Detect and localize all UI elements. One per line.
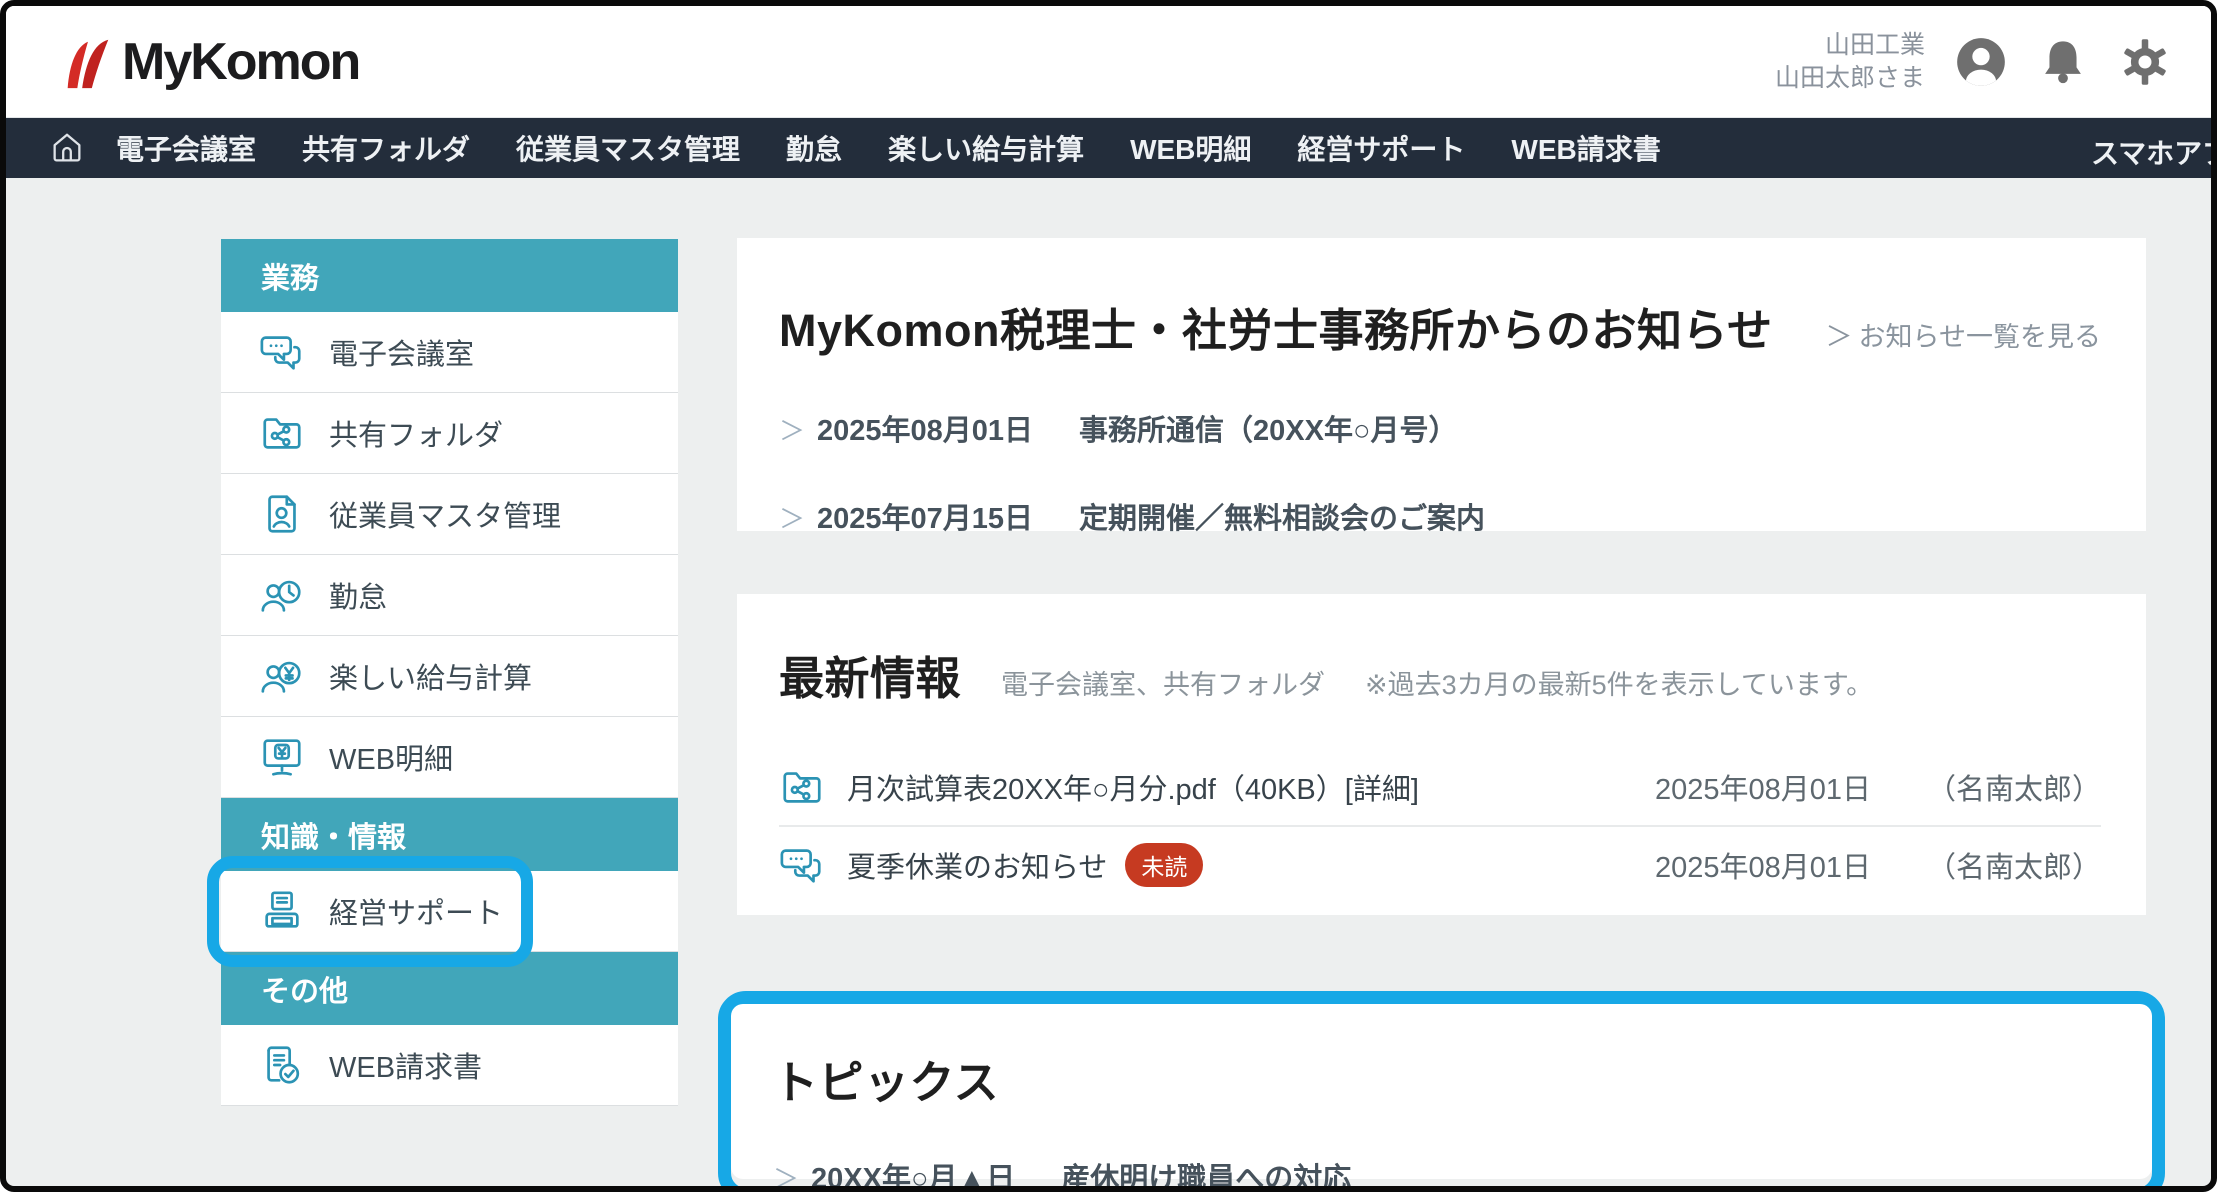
sidebar-item-kyuyo-keisan[interactable]: 楽しい給与計算: [221, 636, 678, 717]
latest-row-text[interactable]: 月次試算表20XX年○月分.pdf（40KB）[詳細]: [847, 766, 1419, 808]
nav-item-smartphone-app[interactable]: スマホアプリ: [2091, 132, 2217, 172]
sidebar-section-sonota: その他: [221, 952, 678, 1025]
sidebar-item-label: 勤怠: [329, 574, 387, 616]
account-icon[interactable]: [1955, 36, 2007, 88]
sidebar-item-label: 楽しい給与計算: [329, 655, 532, 697]
chat-icon: [779, 842, 825, 888]
user-name: 山田太郎さま: [1775, 62, 1925, 95]
main-navbar: 電子会議室 共有フォルダ 従業員マスタ管理 勤怠 楽しい給与計算 WEB明細 経…: [6, 118, 2211, 178]
sidebar-item-jugyoin-master[interactable]: 従業員マスタ管理: [221, 474, 678, 555]
person-clock-icon: [259, 572, 305, 618]
top-header: MyKomon 山田工業 山田太郎さま: [6, 6, 2211, 118]
latest-row-message[interactable]: 夏季休業のお知らせ 未読 2025年08月01日 （名南太郎）: [779, 827, 2101, 903]
latest-row-date: 2025年08月01日: [1655, 766, 1871, 808]
latest-row-file[interactable]: 月次試算表20XX年○月分.pdf（40KB）[詳細] 2025年08月01日 …: [779, 749, 2101, 827]
chat-icon: [259, 329, 305, 375]
latest-panel-subtitle: 電子会議室、共有フォルダ: [1001, 663, 1325, 702]
home-icon[interactable]: [48, 129, 86, 167]
nav-item-kyuyo-keisan[interactable]: 楽しい給与計算: [888, 128, 1084, 168]
notice-panel-title: MyKomon税理士・社労士事務所からのお知らせ: [779, 294, 1773, 359]
sidebar-item-web-meisai[interactable]: WEB明細: [221, 717, 678, 798]
sidebar-item-kyoyu-folder[interactable]: 共有フォルダ: [221, 393, 678, 474]
sidebar: 業務 電子会議室 共有フォルダ: [221, 239, 678, 1106]
monitor-yen-icon: [259, 734, 305, 780]
notice-item-date: 2025年07月15日: [817, 495, 1033, 537]
notice-list-link[interactable]: ＞お知らせ一覧を見る: [1826, 315, 2101, 354]
topics-item-date: 20XX年○月▲日: [811, 1155, 1015, 1192]
nav-item-jugyoin-master[interactable]: 従業員マスタ管理: [516, 128, 740, 168]
notice-item-text: 事務所通信（20XX年○月号）: [1079, 407, 1457, 449]
sidebar-item-label: 従業員マスタ管理: [329, 493, 561, 535]
invoice-check-icon: [259, 1042, 305, 1088]
nav-item-keiei-support[interactable]: 経営サポート: [1297, 128, 1465, 168]
chevron-right-icon: ＞: [779, 499, 805, 536]
chevron-right-icon: ＞: [779, 411, 805, 448]
person-yen-icon: [259, 653, 305, 699]
sidebar-item-label: WEB明細: [329, 736, 453, 778]
shared-folder-icon: [779, 764, 825, 810]
sidebar-item-web-seikyusho[interactable]: WEB請求書: [221, 1025, 678, 1106]
sidebar-item-label: 電子会議室: [329, 331, 474, 373]
nav-item-web-meisai[interactable]: WEB明細: [1130, 128, 1251, 168]
notice-panel: MyKomon税理士・社労士事務所からのお知らせ ＞お知らせ一覧を見る ＞ 20…: [737, 238, 2146, 531]
notice-item-text: 定期開催／無料相談会のご案内: [1079, 495, 1485, 537]
sidebar-item-keiei-support[interactable]: 経営サポート: [221, 871, 678, 952]
notification-bell-icon[interactable]: [2037, 36, 2089, 88]
topics-item[interactable]: ＞ 20XX年○月▲日 産休明け職員への対応: [773, 1155, 2107, 1192]
sidebar-section-gyomu: 業務: [221, 239, 678, 312]
latest-row-author: （名南太郎）: [1927, 844, 2101, 886]
chevron-right-icon: ＞: [773, 1159, 799, 1192]
latest-row-author: （名南太郎）: [1927, 766, 2101, 808]
nav-item-denshi-kaigishitsu[interactable]: 電子会議室: [116, 128, 256, 168]
screenshot-frame: MyKomon 山田工業 山田太郎さま: [0, 0, 2217, 1192]
topics-item-text: 産休明け職員への対応: [1061, 1155, 1351, 1192]
nav-item-kintai[interactable]: 勤怠: [786, 128, 842, 168]
topics-panel-title: トピックス: [773, 1046, 999, 1111]
notice-item[interactable]: ＞ 2025年07月15日 定期開催／無料相談会のご案内: [779, 495, 2101, 537]
nav-item-kyoyu-folder[interactable]: 共有フォルダ: [302, 128, 470, 168]
mykomon-logo[interactable]: MyKomon: [58, 32, 359, 92]
latest-panel-note: ※過去3カ月の最新5件を表示しています。: [1365, 663, 1873, 702]
sidebar-item-denshi-kaigishitsu[interactable]: 電子会議室: [221, 312, 678, 393]
notice-item[interactable]: ＞ 2025年08月01日 事務所通信（20XX年○月号）: [779, 407, 2101, 449]
nav-item-web-seikyusho[interactable]: WEB請求書: [1511, 128, 1660, 168]
topics-panel: トピックス ＞ 20XX年○月▲日 産休明け職員への対応: [731, 1004, 2152, 1179]
chevron-right-icon: ＞: [1826, 322, 1853, 352]
sidebar-section-chishiki-joho: 知識・情報: [221, 798, 678, 871]
user-info: 山田工業 山田太郎さま: [1775, 29, 1925, 95]
logo-brand-text: MyKomon: [122, 32, 359, 92]
employee-card-icon: [259, 491, 305, 537]
company-name: 山田工業: [1775, 29, 1925, 62]
latest-row-text[interactable]: 夏季休業のお知らせ: [847, 844, 1107, 886]
shared-folder-icon: [259, 410, 305, 456]
unread-badge: 未読: [1125, 843, 1203, 887]
sidebar-item-label: 経営サポート: [329, 890, 503, 932]
settings-gear-icon[interactable]: [2119, 36, 2171, 88]
notice-item-date: 2025年08月01日: [817, 407, 1033, 449]
sidebar-item-label: WEB請求書: [329, 1044, 482, 1086]
latest-row-date: 2025年08月01日: [1655, 844, 1871, 886]
mykomon-logo-mark: [58, 33, 116, 91]
latest-info-panel: 最新情報 電子会議室、共有フォルダ ※過去3カ月の最新5件を表示しています。 月…: [737, 594, 2146, 915]
printer-doc-icon: [259, 888, 305, 934]
latest-panel-title: 最新情報: [779, 642, 961, 707]
sidebar-item-label: 共有フォルダ: [329, 412, 503, 454]
sidebar-item-kintai[interactable]: 勤怠: [221, 555, 678, 636]
